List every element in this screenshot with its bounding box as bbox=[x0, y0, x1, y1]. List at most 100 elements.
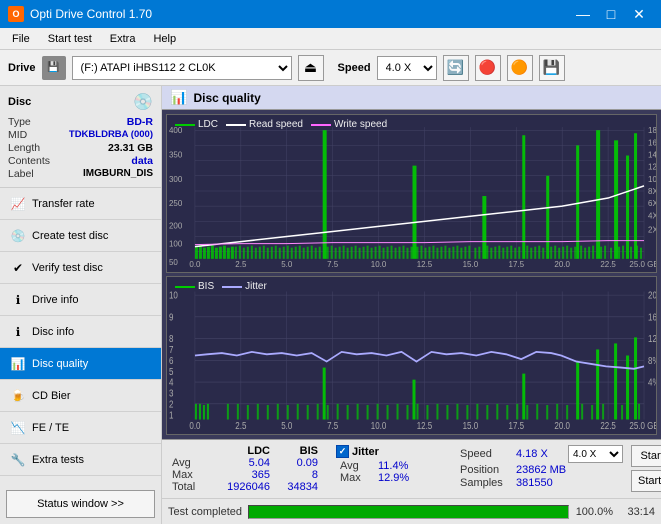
svg-text:5.0: 5.0 bbox=[281, 260, 293, 269]
eject-button[interactable]: ⏏ bbox=[298, 55, 324, 81]
main-area: Disc 💿 Type BD-R MID TDKBLDRBA (000) Len… bbox=[0, 86, 661, 524]
menu-start-test[interactable]: Start test bbox=[40, 31, 100, 47]
svg-text:25.0 GB: 25.0 GB bbox=[629, 260, 656, 269]
svg-text:20.0: 20.0 bbox=[554, 420, 570, 431]
svg-text:6: 6 bbox=[169, 355, 174, 366]
svg-text:100: 100 bbox=[169, 240, 183, 249]
jitter-checkbox[interactable]: ✓ bbox=[336, 445, 349, 458]
nav-items: 📈 Transfer rate 💿 Create test disc ✔ Ver… bbox=[0, 188, 161, 484]
svg-text:3: 3 bbox=[169, 388, 174, 399]
drive-select[interactable]: (F:) ATAPI iHBS112 2 CL0K bbox=[72, 56, 292, 80]
svg-text:25.0 GB: 25.0 GB bbox=[629, 420, 656, 431]
read-speed-legend: Read speed bbox=[226, 119, 303, 130]
svg-text:20%: 20% bbox=[648, 290, 656, 301]
stats-total-label: Total bbox=[172, 481, 212, 493]
disc-info-icon: ℹ bbox=[10, 324, 26, 340]
nav-transfer-rate[interactable]: 📈 Transfer rate bbox=[0, 188, 161, 220]
title-bar-controls: — □ ✕ bbox=[569, 0, 653, 28]
nav-disc-info[interactable]: ℹ Disc info bbox=[0, 316, 161, 348]
disc-type-value: BD-R bbox=[127, 116, 153, 128]
speed-label: Speed bbox=[338, 62, 371, 74]
svg-text:10.0: 10.0 bbox=[371, 420, 387, 431]
minimize-button[interactable]: — bbox=[569, 0, 597, 28]
disc-label-label: Label bbox=[8, 168, 34, 180]
stats-avg-ldc: 5.04 bbox=[220, 457, 270, 469]
jitter-max-label: Max bbox=[340, 472, 370, 484]
svg-text:18X: 18X bbox=[648, 126, 656, 135]
svg-text:12X: 12X bbox=[648, 163, 656, 172]
read-speed-label: Read speed bbox=[249, 119, 303, 130]
jitter-stats: ✓ Jitter Avg 11.4% Max 12.9% bbox=[332, 445, 452, 484]
nav-create-test-disc[interactable]: 💿 Create test disc bbox=[0, 220, 161, 252]
svg-text:0.0: 0.0 bbox=[189, 420, 200, 431]
disc-row-type: Type BD-R bbox=[8, 116, 153, 128]
disc-quality-title: Disc quality bbox=[193, 91, 260, 105]
drive-info-icon: ℹ bbox=[10, 292, 26, 308]
settings-button2[interactable]: 🟠 bbox=[507, 55, 533, 81]
maximize-button[interactable]: □ bbox=[597, 0, 625, 28]
svg-text:5: 5 bbox=[169, 366, 174, 377]
drive-bar: Drive 💾 (F:) ATAPI iHBS112 2 CL0K ⏏ Spee… bbox=[0, 50, 661, 86]
progress-bar-outer bbox=[248, 505, 569, 519]
svg-text:5.0: 5.0 bbox=[281, 420, 292, 431]
ldc-label: LDC bbox=[198, 119, 218, 130]
disc-title: Disc bbox=[8, 96, 31, 108]
svg-text:12%: 12% bbox=[648, 333, 656, 344]
nav-cd-bier[interactable]: 🍺 CD Bier bbox=[0, 380, 161, 412]
close-button[interactable]: ✕ bbox=[625, 0, 653, 28]
svg-text:16%: 16% bbox=[648, 312, 656, 323]
disc-mid-value: TDKBLDRBA (000) bbox=[69, 129, 153, 141]
disc-quality-header: 📊 Disc quality bbox=[162, 86, 661, 110]
jitter-legend: Jitter bbox=[222, 281, 267, 292]
nav-drive-info-label: Drive info bbox=[32, 294, 78, 306]
nav-verify-test-disc[interactable]: ✔ Verify test disc bbox=[0, 252, 161, 284]
stats-ldc-header bbox=[172, 445, 212, 457]
start-part-button[interactable]: Start part bbox=[631, 470, 661, 492]
nav-disc-quality[interactable]: 📊 Disc quality bbox=[0, 348, 161, 380]
speed-override-select[interactable]: 4.0 X bbox=[568, 445, 623, 463]
upper-chart: LDC Read speed Write speed 18X bbox=[166, 114, 657, 273]
verify-test-disc-icon: ✔ bbox=[10, 260, 26, 276]
status-window-button[interactable]: Status window >> bbox=[6, 490, 155, 518]
speed-value: 4.18 X bbox=[516, 448, 564, 460]
svg-text:1: 1 bbox=[169, 410, 174, 421]
start-full-button[interactable]: Start full bbox=[631, 445, 661, 467]
position-label: Position bbox=[460, 464, 512, 476]
jitter-avg-val: 11.4% bbox=[378, 460, 408, 472]
menu-bar: File Start test Extra Help bbox=[0, 28, 661, 50]
fe-te-icon: 📉 bbox=[10, 420, 26, 436]
disc-mid-label: MID bbox=[8, 129, 27, 141]
svg-text:2.5: 2.5 bbox=[235, 420, 246, 431]
nav-transfer-rate-label: Transfer rate bbox=[32, 198, 95, 210]
svg-text:7.5: 7.5 bbox=[327, 260, 339, 269]
bis-legend: BIS bbox=[175, 281, 214, 292]
refresh-button[interactable]: 🔄 bbox=[443, 55, 469, 81]
nav-fe-te[interactable]: 📉 FE / TE bbox=[0, 412, 161, 444]
svg-text:15.0: 15.0 bbox=[463, 420, 479, 431]
action-buttons: Start full Start part bbox=[627, 445, 661, 492]
nav-extra-tests[interactable]: 🔧 Extra tests bbox=[0, 444, 161, 476]
menu-help[interactable]: Help bbox=[145, 31, 184, 47]
nav-extra-tests-label: Extra tests bbox=[32, 454, 84, 466]
nav-drive-info[interactable]: ℹ Drive info bbox=[0, 284, 161, 316]
drive-icon: 💾 bbox=[42, 56, 66, 80]
cd-bier-icon: 🍺 bbox=[10, 388, 26, 404]
lower-chart-legend: BIS Jitter bbox=[171, 279, 271, 294]
svg-text:8X: 8X bbox=[648, 187, 656, 196]
transfer-rate-icon: 📈 bbox=[10, 196, 26, 212]
read-speed-color bbox=[226, 124, 246, 126]
save-button[interactable]: 💾 bbox=[539, 55, 565, 81]
create-test-disc-icon: 💿 bbox=[10, 228, 26, 244]
svg-text:20.0: 20.0 bbox=[554, 260, 570, 269]
disc-label-value: IMGBURN_DIS bbox=[83, 168, 153, 180]
svg-text:22.5: 22.5 bbox=[600, 260, 616, 269]
settings-button1[interactable]: 🔴 bbox=[475, 55, 501, 81]
speed-select[interactable]: 4.0 X bbox=[377, 56, 437, 80]
menu-extra[interactable]: Extra bbox=[102, 31, 144, 47]
svg-text:12.5: 12.5 bbox=[417, 260, 433, 269]
menu-file[interactable]: File bbox=[4, 31, 38, 47]
progress-label: Test completed bbox=[168, 506, 242, 518]
svg-text:7: 7 bbox=[169, 344, 174, 355]
stats-bis-label: BIS bbox=[278, 445, 318, 457]
svg-text:17.5: 17.5 bbox=[509, 420, 525, 431]
